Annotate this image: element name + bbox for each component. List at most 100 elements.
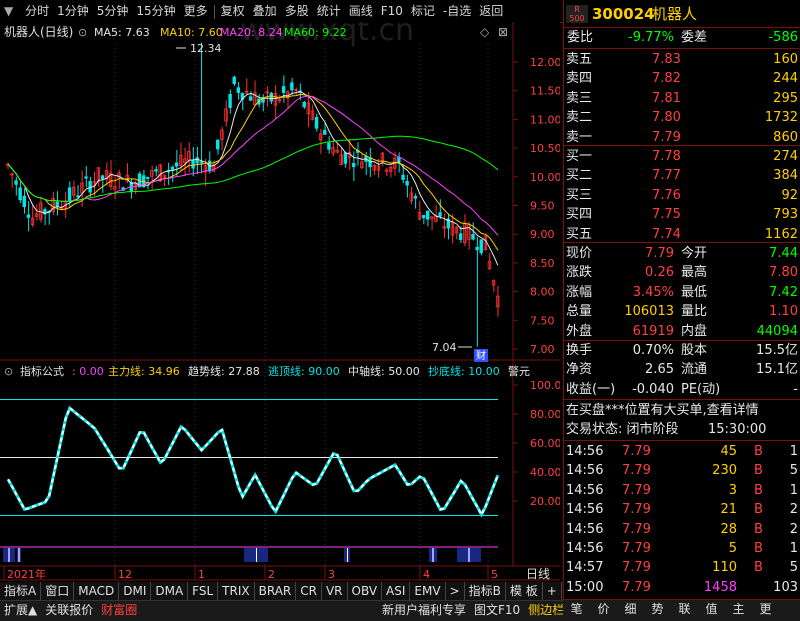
candle-body [471, 233, 475, 240]
indicator-tab[interactable]: 指标B [465, 582, 506, 600]
detail-tab[interactable]: 笔 [563, 600, 590, 618]
top-toolbar: ▼ 分时 1分钟 5分钟 15分钟 更多 复权 叠加 多股 统计 画线 F10 标记 -自选 返回 [0, 0, 563, 23]
tick-trade-row: 14:56 7.79 21 B 2 [564, 500, 800, 519]
candle-body [269, 92, 273, 102]
indicator-tab[interactable]: DMI [119, 582, 152, 600]
trade-price: 7.79 [622, 463, 651, 479]
stock-title: 机器人(日线) [4, 25, 73, 39]
detail-tab[interactable]: 联 [671, 600, 698, 618]
finance-badge[interactable]: 财 [476, 349, 486, 362]
level-price: 7.76 [652, 187, 681, 203]
indicator-tab[interactable]: 指标A [0, 582, 42, 600]
quote-value: 15.5亿 [756, 343, 798, 358]
quote-label: 净资 [566, 362, 593, 378]
bottom-tab[interactable]: 扩展▲ [0, 601, 41, 619]
indicator-tab[interactable]: OBV [348, 582, 383, 600]
period-button[interactable]: 15分钟 [132, 0, 179, 22]
candle-body [475, 246, 479, 251]
toolbar-button[interactable]: 复权 [217, 0, 249, 22]
detail-tab[interactable]: 势 [644, 600, 671, 618]
indicator-series-label: 中轴线: 50.00 [348, 364, 420, 378]
candle-body [76, 195, 80, 198]
order-book-row[interactable]: 卖四 7.82 244 [564, 69, 800, 88]
trade-side: B [754, 560, 763, 576]
quote-label: 总量 [566, 304, 593, 320]
bottom-right-link[interactable]: 新用户福利专享 [378, 601, 470, 619]
candle-body [479, 239, 483, 254]
big-order-notice[interactable]: 在买盘***位置有大买单,查看详情 [564, 401, 800, 420]
chevron-down-icon[interactable]: ⊙ [78, 26, 87, 39]
toolbar-button[interactable]: 统计 [313, 0, 345, 22]
indicator-tab[interactable]: > [446, 582, 465, 600]
order-book-row[interactable]: 卖一 7.79 860 [564, 128, 800, 147]
order-book-row[interactable]: 买二 7.77 384 [564, 166, 800, 185]
level-volume: 384 [773, 168, 798, 184]
order-book-row[interactable]: 买一 7.78 274 [564, 147, 800, 166]
detail-tab[interactable]: 价 [590, 600, 617, 618]
bottom-right-link[interactable]: 图文F10 [470, 601, 524, 619]
candle-body [351, 162, 356, 168]
order-book-row[interactable]: 买五 7.74 1162 [564, 225, 800, 244]
candle-body [438, 212, 442, 217]
indicator-tab[interactable]: MACD [74, 582, 120, 600]
indicator-tab[interactable]: + [543, 582, 562, 600]
indicator-tab[interactable]: BRAR [255, 582, 297, 600]
price-tick-label: 8.00 [530, 286, 555, 299]
detail-tab[interactable]: 主 [725, 600, 752, 618]
quote-value: -0.040 [632, 381, 674, 397]
order-book-row[interactable]: 卖五 7.83 160 [564, 50, 800, 69]
trade-time: 14:57 [566, 560, 604, 576]
candle-body [281, 86, 286, 94]
period-button[interactable]: 1分钟 [53, 0, 93, 22]
indicator-tab[interactable]: EMV [410, 582, 446, 600]
indicator-tab[interactable]: CR [296, 582, 322, 600]
quote-row: 总量 106013 量比 1.10 [564, 302, 800, 321]
indicator-tab[interactable]: 模 板 [506, 582, 543, 600]
bottom-tab[interactable]: 财富圈 [97, 601, 141, 619]
toolbar-button[interactable]: 画线 [345, 0, 377, 22]
order-book-row[interactable]: 卖二 7.80 1732 [564, 108, 800, 127]
candle-body [100, 175, 105, 180]
trade-time: 14:56 [566, 463, 604, 479]
toolbar-button[interactable]: 多股 [281, 0, 313, 22]
level-label: 买五 [566, 226, 593, 242]
indicator-tab[interactable]: 窗口 [41, 582, 75, 600]
bottom-tab[interactable]: 关联报价 [41, 601, 97, 619]
detail-tab[interactable]: 更 [752, 600, 779, 618]
period-button[interactable]: 更多 [180, 0, 212, 22]
quote-label: 最高 [681, 265, 708, 281]
quote-label: 内盘 [681, 323, 708, 339]
toolbar-button[interactable]: 标记 [407, 0, 439, 22]
order-book-row[interactable]: 买四 7.75 793 [564, 205, 800, 224]
quote-label: 流通 [681, 362, 708, 378]
kline-chart[interactable]: www.xqt.cn 12.0011.5011.0010.5010.009.50… [0, 22, 560, 596]
detail-tab[interactable]: 细 [617, 600, 644, 618]
candle-body [421, 215, 426, 219]
toolbar-button[interactable]: -自选 [439, 0, 475, 22]
indicator-tab[interactable]: TRIX [218, 582, 255, 600]
indicator-menu-icon[interactable]: ⊙ [4, 365, 13, 378]
level-label: 买一 [566, 149, 593, 164]
toolbar-button[interactable]: F10 [377, 0, 407, 22]
period-button[interactable]: 5分钟 [93, 0, 133, 22]
candle-body [248, 96, 253, 101]
close-icon[interactable]: ⊠ [498, 25, 508, 39]
detail-tabs: 笔价细势联值主更 [563, 600, 800, 620]
level-label: 卖四 [566, 71, 593, 87]
level-volume: 1162 [764, 226, 798, 242]
indicator-tab[interactable]: ASI [382, 582, 411, 600]
toolbar-button[interactable]: 返回 [475, 0, 507, 22]
period-button[interactable]: 分时 [21, 0, 53, 22]
order-book-row[interactable]: 买三 7.76 92 [564, 186, 800, 205]
menu-icon[interactable]: ▼ [0, 0, 17, 22]
indicator-tab[interactable]: VR [322, 582, 348, 600]
webi-label: 委比 [567, 30, 594, 45]
order-book-row[interactable]: 卖三 7.81 295 [564, 89, 800, 108]
collapse-icon[interactable]: ◇ [480, 25, 490, 39]
detail-tab[interactable]: 值 [698, 600, 725, 618]
level-price: 7.74 [652, 226, 681, 242]
indicator-tab[interactable]: DMA [151, 582, 189, 600]
indicator-tab[interactable]: FSL [188, 582, 219, 600]
toolbar-button[interactable]: 叠加 [249, 0, 281, 22]
quote-value: 3.45% [632, 284, 674, 300]
